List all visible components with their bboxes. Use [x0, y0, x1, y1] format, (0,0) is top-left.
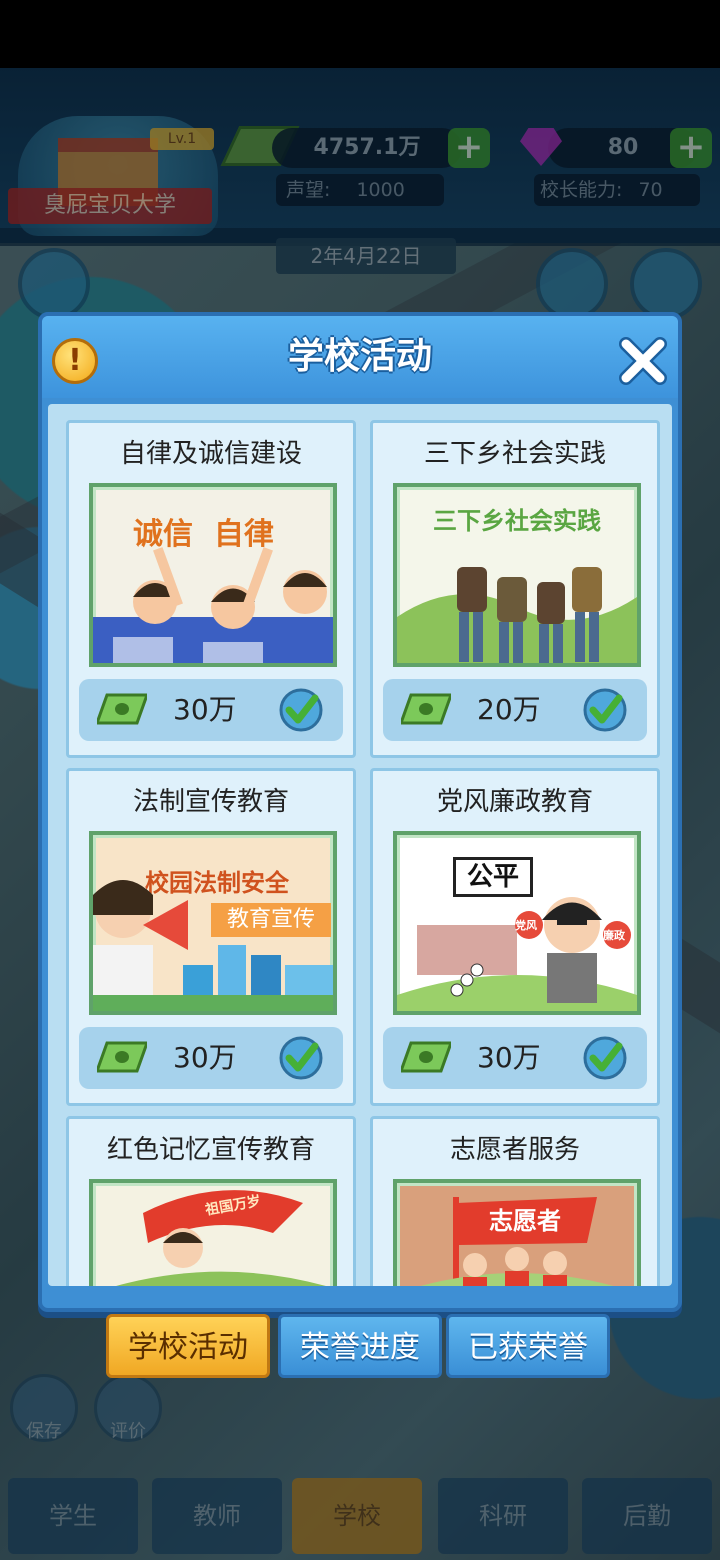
- activity-image: 志愿者: [393, 1179, 641, 1286]
- poster-sign: 廉政: [603, 929, 625, 942]
- poster-text: 志愿者: [489, 1207, 561, 1235]
- activities-panel: 学校活动 ! 自律及诚信建设 诚信 自律 30万 三下乡社会实践 三下乡社会实践…: [38, 312, 682, 1312]
- activity-name: 自律及诚信建设: [119, 439, 302, 469]
- cash-icon: [401, 693, 451, 725]
- cost-bar: 30万: [79, 679, 343, 741]
- activities-grid: 自律及诚信建设 诚信 自律 30万 三下乡社会实践 三下乡社会实践 20万 法制…: [48, 404, 672, 1286]
- megaphone-girl-illustration: [93, 880, 333, 1011]
- check-icon: [583, 1036, 627, 1080]
- tab-honor-progress[interactable]: 荣誉进度: [278, 1314, 442, 1378]
- activity-name: 志愿者服务: [449, 1135, 580, 1165]
- activity-name: 党风廉政教育: [436, 787, 593, 817]
- cash-icon: [97, 693, 147, 725]
- activity-card[interactable]: 法制宣传教育 校园法制安全 教育宣传 30万: [66, 768, 356, 1106]
- check-icon: [583, 688, 627, 732]
- students-illustration: [93, 547, 333, 663]
- poster-sign: 党风: [515, 919, 537, 932]
- activity-name: 三下乡社会实践: [423, 439, 606, 469]
- activity-card[interactable]: 党风廉政教育 公平 党风 廉政 30万: [370, 768, 660, 1106]
- official-illustration: [397, 897, 637, 1011]
- activity-card[interactable]: 志愿者服务 志愿者: [370, 1116, 660, 1286]
- activity-cost: 30万: [173, 693, 237, 726]
- activity-name: 法制宣传教育: [132, 787, 289, 817]
- cash-icon: [401, 1041, 451, 1073]
- activity-image: 公平 党风 廉政: [393, 831, 641, 1015]
- activity-card[interactable]: 自律及诚信建设 诚信 自律 30万: [66, 420, 356, 758]
- activity-image: 诚信 自律: [89, 483, 337, 667]
- cost-bar: 20万: [383, 679, 647, 741]
- cost-bar: 30万: [79, 1027, 343, 1089]
- activity-card[interactable]: 三下乡社会实践 三下乡社会实践 20万: [370, 420, 660, 758]
- activity-image: 校园法制安全 教育宣传: [89, 831, 337, 1015]
- cost-bar: 30万: [383, 1027, 647, 1089]
- check-icon: [279, 1036, 323, 1080]
- poster-text: 公平: [453, 857, 533, 897]
- game-background: Lv.1 臭屁宝贝大学 4757.1万 + 80 + 声望: 1000 校长能力…: [0, 68, 720, 1560]
- check-icon: [279, 688, 323, 732]
- activity-card[interactable]: 红色记忆宣传教育 祖国万岁: [66, 1116, 356, 1286]
- activity-image: 三下乡社会实践: [393, 483, 641, 667]
- panel-tabs: 学校活动 荣誉进度 已获荣誉: [106, 1314, 616, 1378]
- hikers-illustration: [397, 567, 637, 663]
- activity-name: 红色记忆宣传教育: [106, 1135, 315, 1165]
- cash-icon: [97, 1041, 147, 1073]
- poster-text: 三下乡社会实践: [433, 507, 601, 535]
- activity-cost: 30万: [477, 1041, 541, 1074]
- close-icon[interactable]: [616, 334, 670, 388]
- activity-cost: 20万: [477, 693, 541, 726]
- panel-title: 学校活动: [287, 336, 432, 377]
- activity-image: 祖国万岁: [89, 1179, 337, 1286]
- tab-earned-honors[interactable]: 已获荣誉: [446, 1314, 610, 1378]
- tab-school-activities[interactable]: 学校活动: [106, 1314, 270, 1378]
- activity-cost: 30万: [173, 1041, 237, 1074]
- info-button[interactable]: !: [52, 338, 98, 384]
